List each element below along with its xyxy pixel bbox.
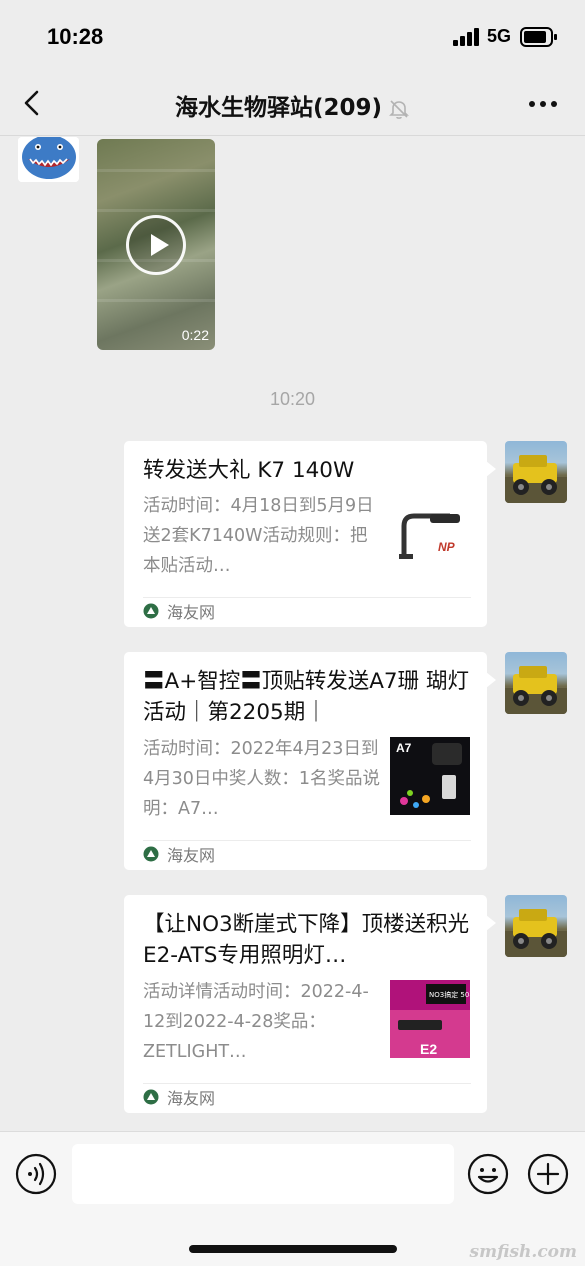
card-thumbnail: NO3搞定 50不要用 E2: [390, 980, 470, 1058]
card-source-label: 海友网: [167, 846, 216, 865]
source-app-icon: [143, 603, 159, 619]
card-thumbnail: A7: [390, 737, 470, 815]
my-avatar[interactable]: [505, 652, 567, 714]
a7-thumbnail-image: A7: [390, 737, 470, 815]
message-timestamp: 10:20: [269, 389, 316, 409]
card-source: 海友网: [143, 600, 215, 622]
my-avatar[interactable]: [505, 895, 567, 957]
card-thumbnail: NP: [390, 496, 470, 574]
my-avatar[interactable]: [505, 441, 567, 503]
link-card[interactable]: 转发送大礼 K7 140W 活动时间：4月18日到5月9日送2套K7140W活动…: [124, 441, 496, 627]
jeep-avatar-image: [505, 455, 567, 503]
card-source: 海友网: [143, 1086, 215, 1108]
card-description: 活动时间：2022年4月23日到4月30日中奖人数：1名奖品说明：A7…: [143, 739, 381, 819]
chat-area[interactable]: 0:22 10:20 转发送大礼 K7 140W 活动时间：4月18日到5月9日…: [0, 137, 585, 1131]
e2-thumbnail-image: NO3搞定 50不要用 E2: [390, 980, 470, 1058]
source-app-icon: [143, 1089, 159, 1105]
lamp-thumbnail-image: NP: [390, 496, 470, 574]
card-source: 海友网: [143, 843, 215, 865]
card-description: 活动详情活动时间：2022-4-12到2022-4-28奖品：ZETLIGHT…: [143, 982, 369, 1062]
battery-icon: [520, 27, 557, 47]
message-input[interactable]: [72, 1144, 454, 1204]
chat-title: 海水生物驿站(209): [174, 95, 383, 121]
thumb-label: A7: [396, 741, 412, 755]
thumb-label: E2: [420, 1041, 437, 1057]
sender-avatar[interactable]: [18, 137, 79, 182]
more-icon[interactable]: [527, 92, 559, 116]
jeep-avatar-image: [505, 666, 567, 714]
water-ripple: [97, 169, 215, 172]
network-label: 5G: [487, 26, 512, 46]
voice-icon[interactable]: [15, 1153, 57, 1195]
card-title: 【让NO3断崖式下降】顶楼送积光E2-ATS专用照明灯…: [143, 912, 470, 968]
link-card[interactable]: 【让NO3断崖式下降】顶楼送积光E2-ATS专用照明灯… 活动详情活动时间：20…: [124, 895, 496, 1113]
site-watermark: smfish.com: [469, 1242, 577, 1262]
chat-title-wrap: 海水生物驿站(209): [0, 88, 585, 122]
card-title: 转发送大礼 K7 140W: [143, 458, 355, 483]
status-time: 10:28: [47, 24, 104, 49]
card-divider: [143, 840, 471, 841]
home-indicator[interactable]: [189, 1245, 397, 1253]
card-divider: [143, 597, 471, 598]
shark-avatar-image: [18, 137, 79, 182]
play-icon[interactable]: [126, 215, 186, 275]
emoji-icon[interactable]: [467, 1153, 509, 1195]
mute-bell-icon: [389, 99, 409, 119]
card-divider: [143, 1083, 471, 1084]
card-source-label: 海友网: [167, 603, 216, 622]
card-description: 活动时间：4月18日到5月9日送2套K7140W活动规则：把本贴活动…: [143, 496, 374, 576]
water-ripple: [97, 299, 215, 302]
plus-icon[interactable]: [527, 1153, 569, 1195]
video-duration: 0:22: [181, 327, 209, 343]
card-source-label: 海友网: [167, 1089, 216, 1108]
source-app-icon: [143, 846, 159, 862]
card-title: 〓A+智控〓顶贴转发送A7珊 瑚灯活动｜第2205期｜: [143, 669, 469, 725]
jeep-avatar-image: [505, 909, 567, 957]
water-ripple: [97, 209, 215, 212]
thumb-banner: NO3搞定 50不要用: [429, 990, 470, 999]
thumb-label: NP: [438, 540, 456, 554]
video-message[interactable]: 0:22: [97, 139, 215, 350]
signal-icon: [453, 28, 479, 46]
nav-bar: 海水生物驿站(209): [0, 70, 585, 136]
link-card[interactable]: 〓A+智控〓顶贴转发送A7珊 瑚灯活动｜第2205期｜ 活动时间：2022年4月…: [124, 652, 496, 870]
status-bar: 10:28 5G: [0, 0, 585, 70]
